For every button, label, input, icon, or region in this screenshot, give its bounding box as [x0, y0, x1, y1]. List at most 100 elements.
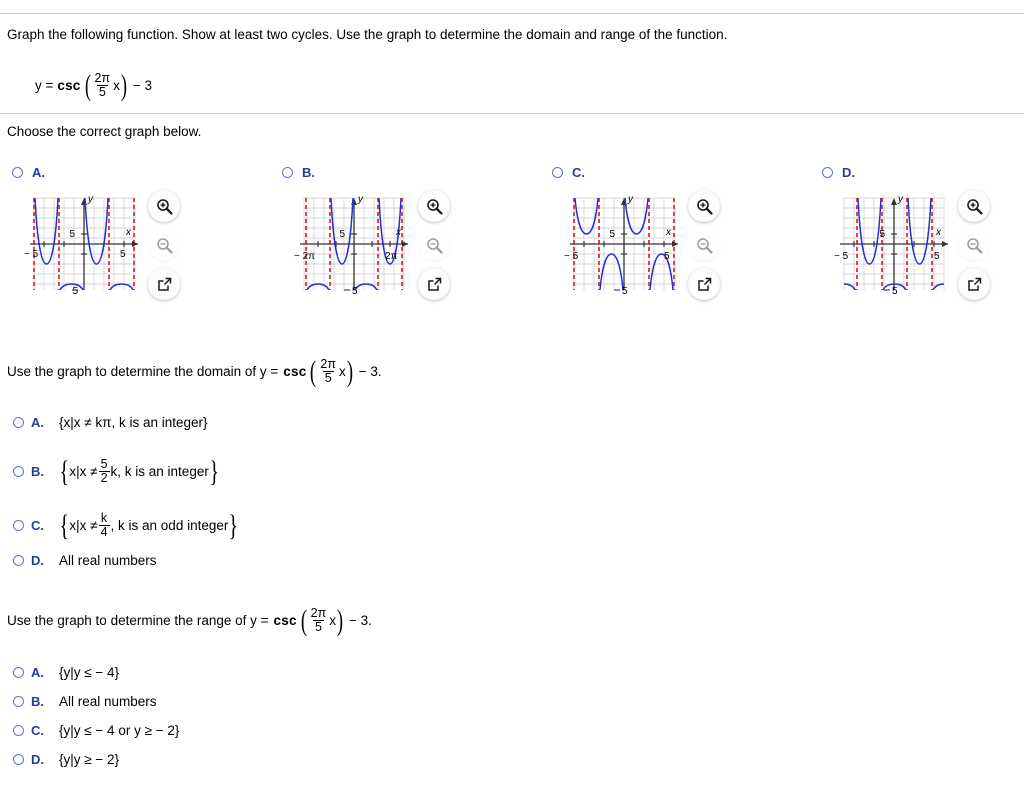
open-brace: { — [59, 508, 69, 542]
graph-b-x-left-tick: − 2π — [294, 251, 315, 262]
range-question-function: csc — [273, 612, 297, 628]
graph-a-svg: 5 5 − 5 5 y x — [24, 194, 138, 297]
graph-a-tools[interactable] — [148, 190, 180, 300]
fraction-numerator: k — [100, 511, 108, 525]
popout-icon[interactable] — [148, 268, 180, 300]
graph-a-y-top-tick: 5 — [69, 229, 75, 240]
graph-choice-b-header[interactable]: B. — [282, 165, 315, 180]
popout-icon[interactable] — [958, 268, 990, 300]
zoom-out-icon[interactable] — [418, 229, 450, 261]
radio-range-d[interactable] — [13, 754, 24, 765]
close-paren: ) — [120, 68, 127, 102]
graph-choice-d-letter: D. — [842, 165, 855, 180]
formula-function: csc — [57, 77, 81, 93]
radio-graph-a[interactable] — [12, 167, 23, 178]
close-paren: ) — [346, 354, 353, 388]
zoom-out-icon[interactable] — [148, 229, 180, 261]
domain-option-c-post: , k is an odd integer — [110, 518, 229, 534]
domain-option-a[interactable]: A. {x|x ≠ kπ, k is an integer} — [13, 415, 208, 430]
radio-domain-a[interactable] — [13, 417, 24, 428]
graph-a-y-bottom-tick: 5 — [72, 286, 78, 297]
graph-d-y-axis-label: y — [897, 194, 904, 205]
range-question-prefix: Use the graph to determine the range of … — [7, 612, 269, 628]
graph-choice-b[interactable]: B. 5 5 − 2π 2π y x — [270, 162, 532, 312]
graph-choice-a[interactable]: A. 5 5 − 5 5 y x — [0, 162, 262, 312]
graph-b-x-right-tick: 2π — [385, 251, 398, 262]
fraction-denominator: 4 — [98, 525, 110, 540]
zoom-out-icon[interactable] — [688, 229, 720, 261]
graph-b-axes — [300, 198, 408, 290]
radio-domain-d[interactable] — [13, 555, 24, 566]
graph-choice-c[interactable]: C. 5 5 − 5 5 y x — [540, 162, 802, 312]
graph-b-y-axis-label: y — [357, 194, 364, 205]
graph-b-x-axis-label: x — [395, 227, 402, 238]
fraction-numerator: 2π — [320, 357, 336, 371]
popout-icon[interactable] — [418, 268, 450, 300]
graph-c-y-top-tick: 5 — [609, 229, 615, 240]
domain-option-a-letter: A. — [31, 415, 44, 430]
domain-question-fraction: 2π 5 — [318, 357, 338, 385]
range-option-b[interactable]: B. All real numbers — [13, 694, 157, 709]
graph-choice-c-letter: C. — [572, 165, 585, 180]
zoom-in-icon[interactable] — [688, 190, 720, 222]
domain-question-prefix: Use the graph to determine the domain of… — [7, 363, 279, 379]
domain-option-b-letter: B. — [31, 464, 44, 480]
graph-a-y-axis-label: y — [87, 194, 94, 205]
domain-question-tail: − 3. — [358, 363, 382, 379]
domain-option-d[interactable]: D. All real numbers — [13, 553, 157, 568]
range-question-variable: x — [329, 612, 336, 628]
close-brace: } — [228, 508, 239, 542]
formula-lhs: y = — [35, 77, 54, 93]
fraction-denominator: 2 — [98, 471, 110, 486]
domain-option-c-fraction: k 4 — [98, 511, 110, 540]
radio-domain-b[interactable] — [13, 466, 24, 478]
radio-domain-c[interactable] — [13, 520, 24, 532]
radio-range-c[interactable] — [13, 725, 24, 736]
graph-b-y-top-tick: 5 — [339, 229, 345, 240]
range-option-d[interactable]: D. {y|y ≥ − 2} — [13, 752, 119, 767]
radio-graph-b[interactable] — [282, 167, 293, 178]
graph-b-tools[interactable] — [418, 190, 450, 300]
graph-c-x-left-tick: − 5 — [564, 251, 579, 262]
fraction-denominator: 5 — [312, 620, 324, 635]
zoom-in-icon[interactable] — [148, 190, 180, 222]
domain-option-b-pre: x|x ≠ — [69, 464, 98, 480]
zoom-in-icon[interactable] — [418, 190, 450, 222]
range-option-c-letter: C. — [31, 723, 44, 738]
graph-c-x-axis-label: x — [665, 227, 672, 238]
graph-choice-d[interactable]: D. 5 5 − 5 5 y x — [810, 162, 1024, 312]
formula-fraction: 2π 5 — [93, 71, 113, 99]
range-option-b-text: All real numbers — [59, 694, 157, 709]
graph-choice-c-header[interactable]: C. — [552, 165, 585, 180]
domain-question-text: Use the graph to determine the domain of… — [7, 354, 382, 388]
graph-d-svg: 5 5 − 5 5 y x — [834, 194, 948, 297]
graph-c-tools[interactable] — [688, 190, 720, 300]
range-option-a-letter: A. — [31, 665, 44, 680]
domain-option-b[interactable]: B. { x|x ≠ 5 2 k, k is an integer } — [13, 456, 219, 487]
zoom-in-icon[interactable] — [958, 190, 990, 222]
popout-icon[interactable] — [688, 268, 720, 300]
radio-graph-d[interactable] — [822, 167, 833, 178]
graph-choice-a-header[interactable]: A. — [12, 165, 45, 180]
function-formula: y = csc ( 2π 5 x ) − 3 — [35, 68, 152, 102]
range-option-a-text: {y|y ≤ − 4} — [59, 665, 120, 680]
radio-graph-c[interactable] — [552, 167, 563, 178]
range-question-tail: − 3. — [349, 612, 372, 628]
graph-a-x-axis-label: x — [125, 227, 132, 238]
domain-option-c-pre: x|x ≠ — [69, 518, 98, 534]
radio-range-b[interactable] — [13, 696, 24, 707]
section-divider — [0, 113, 1024, 114]
graph-d-x-axis-label: x — [935, 227, 942, 238]
graph-d-tools[interactable] — [958, 190, 990, 300]
range-option-c[interactable]: C. {y|y ≤ − 4 or y ≥ − 2} — [13, 723, 179, 738]
domain-option-b-text: { x|x ≠ 5 2 k, k is an integer } — [59, 456, 219, 487]
range-option-a[interactable]: A. {y|y ≤ − 4} — [13, 665, 119, 680]
formula-variable: x — [113, 77, 120, 93]
domain-option-c[interactable]: C. { x|x ≠ k 4 , k is an odd integer } — [13, 508, 239, 542]
zoom-out-icon[interactable] — [958, 229, 990, 261]
graph-choice-d-header[interactable]: D. — [822, 165, 855, 180]
graph-a-axes — [30, 198, 138, 290]
fraction-numerator: 2π — [94, 71, 111, 85]
radio-range-a[interactable] — [13, 667, 24, 678]
range-option-c-text: {y|y ≤ − 4 or y ≥ − 2} — [59, 723, 180, 738]
